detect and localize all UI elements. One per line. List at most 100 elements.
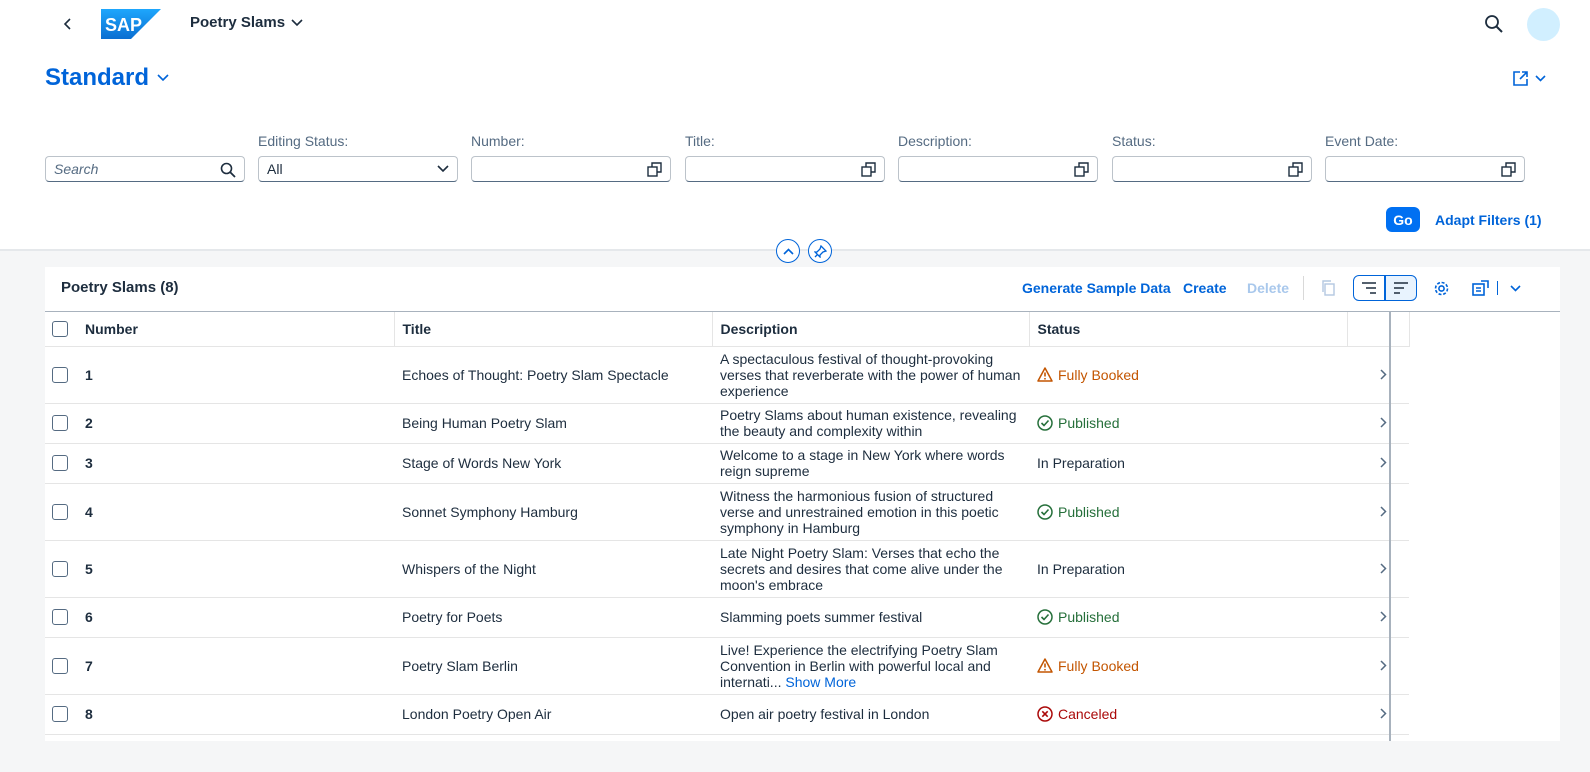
back-button[interactable] <box>56 12 80 36</box>
delete-button[interactable]: Delete <box>1247 280 1289 296</box>
chevron-right-icon <box>1380 611 1387 622</box>
status-input[interactable] <box>1112 156 1312 182</box>
filter-label: Description: <box>898 133 972 149</box>
warning-icon <box>1037 658 1053 673</box>
filter-label: Status: <box>1112 133 1156 149</box>
cell-number: 8 <box>77 694 394 735</box>
table-row[interactable]: 2 Being Human Poetry Slam Poetry Slams abo… <box>45 403 1409 444</box>
status-text: Published <box>1058 609 1120 625</box>
status-indicator: Published <box>1037 415 1339 431</box>
table-row[interactable]: 6 Poetry for Poets Slamming poets summer f… <box>45 597 1409 638</box>
table-row[interactable]: 7 Poetry Slam Berlin Live! Experience the … <box>45 637 1409 695</box>
table-toolbar: Poetry Slams (8) Generate Sample Data Cr… <box>45 267 1560 312</box>
chevron-down-icon <box>291 18 303 26</box>
collapse-header-button[interactable] <box>776 239 800 263</box>
sap-logo: SAP <box>101 9 161 39</box>
row-navigation[interactable] <box>1347 443 1409 484</box>
row-checkbox[interactable] <box>52 366 68 383</box>
filter-editing-status: Editing Status: All <box>258 133 458 185</box>
variant-management[interactable]: Standard <box>45 64 169 92</box>
description-text: A spectaculous festival of thought-provo… <box>720 350 1021 399</box>
row-checkbox[interactable] <box>52 657 68 674</box>
row-checkbox[interactable] <box>52 609 68 625</box>
copy-icon <box>1321 280 1335 296</box>
chevron-down-icon <box>157 74 169 82</box>
row-checkbox[interactable] <box>52 560 68 577</box>
chevron-down-icon <box>1509 284 1521 292</box>
row-checkbox[interactable] <box>52 706 68 722</box>
filter-label: Event Date: <box>1325 133 1399 149</box>
column-header-description[interactable]: Description <box>712 312 1030 347</box>
row-navigation[interactable] <box>1347 483 1409 541</box>
adapt-filters-button[interactable]: Adapt Filters (1) <box>1435 212 1542 228</box>
share-button[interactable] <box>1512 70 1546 87</box>
table-row[interactable]: 8 London Poetry Open Air Open air poetry f… <box>45 694 1409 735</box>
settings-button[interactable] <box>1426 275 1456 301</box>
column-header-title[interactable]: Title <box>394 312 713 347</box>
cell-description: Witness the harmonious fusion of structu… <box>712 483 1029 541</box>
export-button[interactable] <box>1465 275 1495 301</box>
value-help-icon[interactable] <box>1288 162 1303 177</box>
app-title-menu[interactable]: Poetry Slams <box>190 14 303 31</box>
search-icon[interactable] <box>1484 14 1504 34</box>
title-input[interactable] <box>685 156 885 182</box>
export-options-button[interactable] <box>1500 275 1530 301</box>
chevron-down-icon <box>1535 75 1546 82</box>
go-button[interactable]: Go <box>1386 207 1420 232</box>
chevron-right-icon <box>1380 368 1387 380</box>
success-icon <box>1037 609 1053 625</box>
cell-number: 4 <box>77 483 394 541</box>
status-indicator: Fully Booked <box>1037 367 1339 383</box>
status-indicator: Published <box>1037 504 1339 520</box>
table-row[interactable]: 3 Stage of Words New York Welcome to a sta… <box>45 443 1409 484</box>
value-help-icon[interactable] <box>861 162 876 177</box>
show-more-link[interactable]: Show More <box>785 674 856 690</box>
value-help-icon[interactable] <box>1501 162 1516 177</box>
copy-button[interactable] <box>1313 275 1343 301</box>
status-indicator: Canceled <box>1037 706 1339 722</box>
generate-sample-data-button[interactable]: Generate Sample Data <box>1022 280 1171 296</box>
row-navigation[interactable] <box>1347 637 1409 695</box>
number-input[interactable] <box>471 156 671 182</box>
avatar[interactable] <box>1527 8 1560 41</box>
table-row[interactable]: 5 Whispers of the Night Late Night Poetry … <box>45 540 1409 598</box>
status-indicator: Published <box>1037 609 1339 625</box>
row-navigation[interactable] <box>1347 540 1409 598</box>
cell-title: London Poetry Open Air <box>394 694 712 735</box>
search-input[interactable]: Search <box>45 156 245 182</box>
select-all-checkbox[interactable] <box>52 320 68 337</box>
table-row[interactable]: 1 Echoes of Thought: Poetry Slam Spectacl… <box>45 346 1409 404</box>
value-help-icon[interactable] <box>1074 162 1089 177</box>
description-input[interactable] <box>898 156 1098 182</box>
chevron-right-icon <box>1380 659 1387 671</box>
search-icon[interactable] <box>220 162 236 178</box>
row-checkbox[interactable] <box>52 503 68 520</box>
filter-label: Editing Status: <box>258 133 349 149</box>
row-checkbox[interactable] <box>52 455 68 471</box>
row-navigation[interactable] <box>1347 346 1409 404</box>
expand-all-button[interactable] <box>1385 275 1417 301</box>
cell-number: 7 <box>77 637 394 695</box>
filter-search: Search <box>45 133 245 185</box>
editing-status-select[interactable]: All <box>258 156 458 182</box>
cell-number: 3 <box>77 443 394 484</box>
cell-number: 1 <box>77 346 394 404</box>
collapse-all-button[interactable] <box>1353 275 1385 301</box>
description-text: Open air poetry festival in London <box>720 706 930 722</box>
value-help-icon[interactable] <box>647 162 662 177</box>
row-navigation[interactable] <box>1347 597 1409 638</box>
cell-description: Live! Experience the electrifying Poetry… <box>712 637 1029 695</box>
event-date-input[interactable] <box>1325 156 1525 182</box>
column-header-number[interactable]: Number <box>77 312 395 347</box>
gear-icon <box>1434 281 1448 295</box>
pin-header-button[interactable] <box>808 239 832 263</box>
row-navigation[interactable] <box>1347 694 1409 735</box>
table-row[interactable]: 4 Sonnet Symphony Hamburg Witness the harm… <box>45 483 1409 541</box>
column-header-status[interactable]: Status <box>1029 312 1348 347</box>
create-button[interactable]: Create <box>1183 280 1227 296</box>
row-checkbox[interactable] <box>52 415 68 431</box>
status-indicator: Fully Booked <box>1037 658 1339 674</box>
row-navigation[interactable] <box>1347 403 1409 444</box>
cell-title: Echoes of Thought: Poetry Slam Spectacle <box>394 346 712 404</box>
cell-title: Sonnet Symphony Hamburg <box>394 483 712 541</box>
